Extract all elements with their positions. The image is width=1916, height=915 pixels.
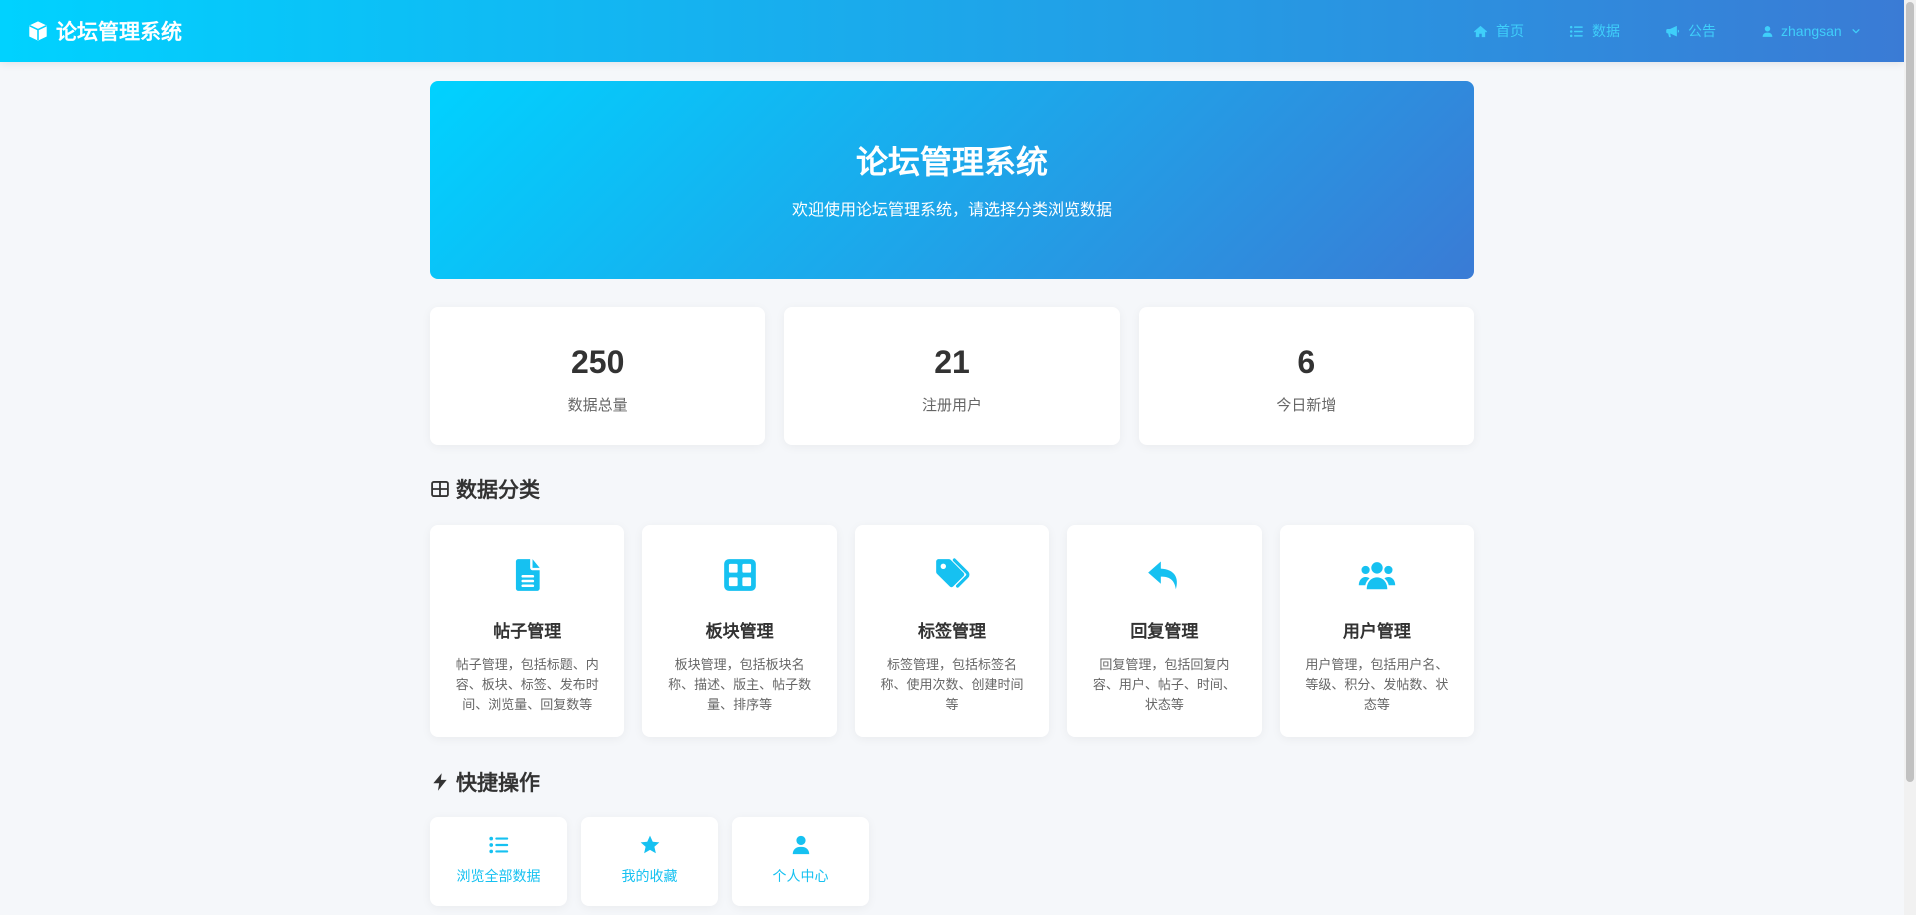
nav-home[interactable]: 首页 [1473, 21, 1524, 41]
category-section-label: 数据分类 [456, 479, 540, 502]
user-icon [1761, 25, 1774, 38]
stat-label: 注册用户 [921, 397, 982, 414]
tags-icon [933, 556, 971, 594]
category-grid: 帖子管理 帖子管理，包括标题、内容、板块、标签、发布时间、浏览量、回复数等 板块… [430, 525, 1475, 737]
page-scrollbar[interactable] [1904, 0, 1916, 915]
quick-action-label: 浏览全部数据 [456, 868, 541, 884]
users-icon [1358, 556, 1396, 594]
main-content: 论坛管理系统 欢迎使用论坛管理系统，请选择分类浏览数据 250 数据总量 21 … [430, 81, 1475, 906]
quick-action-label: 个人中心 [772, 868, 829, 884]
quick-action-browse-all[interactable]: 浏览全部数据 [430, 817, 567, 906]
category-card-boards[interactable]: 板块管理 板块管理，包括板块名称、描述、版主、帖子数量、排序等 [642, 525, 837, 737]
brand-link[interactable]: 论坛管理系统 [27, 0, 182, 62]
top-navbar: 论坛管理系统 首页 数据 公告 zhangsan [0, 0, 1904, 62]
stat-value: 21 [934, 344, 970, 380]
app-viewport: 论坛管理系统 首页 数据 公告 zhangsan 论坛管理系统 欢迎使用论坛管理… [0, 0, 1904, 915]
hero-subtitle: 欢迎使用论坛管理系统，请选择分类浏览数据 [791, 202, 1112, 219]
category-card-posts[interactable]: 帖子管理 帖子管理，包括标题、内容、板块、标签、发布时间、浏览量、回复数等 [430, 525, 625, 737]
stat-card-total: 250 数据总量 [430, 307, 766, 445]
category-description: 板块管理，包括板块名称、描述、版主、帖子数量、排序等 [668, 657, 812, 712]
category-title: 板块管理 [705, 622, 774, 641]
stats-row: 250 数据总量 21 注册用户 6 今日新增 [430, 307, 1474, 445]
stat-value: 6 [1297, 344, 1316, 380]
star-icon [639, 834, 661, 856]
category-description: 帖子管理，包括标题、内容、板块、标签、发布时间、浏览量、回复数等 [455, 657, 599, 712]
hero-title: 论坛管理系统 [855, 144, 1048, 180]
stat-card-users: 21 注册用户 [784, 307, 1120, 445]
category-card-users[interactable]: 用户管理 用户管理，包括用户名、等级、积分、发帖数、状态等 [1279, 525, 1475, 737]
category-section-title: 数据分类 [430, 474, 1474, 504]
quick-action-favorites[interactable]: 我的收藏 [581, 817, 718, 906]
nav-announcement[interactable]: 公告 [1665, 21, 1716, 41]
category-title: 回复管理 [1130, 622, 1199, 641]
main-nav: 首页 数据 公告 zhangsan [1473, 0, 1861, 62]
bullhorn-icon [1665, 24, 1680, 39]
cube-icon [27, 20, 49, 42]
user-menu-dropdown[interactable]: zhangsan [1761, 23, 1861, 39]
quick-action-profile[interactable]: 个人中心 [732, 817, 869, 906]
quick-actions-section-title: 快捷操作 [430, 767, 1474, 797]
quick-action-label: 我的收藏 [621, 868, 678, 884]
category-title: 用户管理 [1342, 622, 1411, 641]
hero-banner: 论坛管理系统 欢迎使用论坛管理系统，请选择分类浏览数据 [430, 81, 1474, 279]
home-icon [1473, 24, 1488, 39]
chevron-down-icon [1851, 26, 1861, 36]
reply-icon [1145, 556, 1183, 594]
file-icon [508, 556, 546, 594]
list-icon [488, 834, 510, 856]
stat-value: 250 [570, 344, 625, 380]
quick-actions-row: 浏览全部数据 我的收藏 个人中心 [430, 817, 1474, 906]
category-description: 回复管理，包括回复内容、用户、帖子、时间、状态等 [1092, 657, 1236, 712]
brand-title: 论坛管理系统 [56, 21, 182, 44]
category-description: 标签管理，包括标签名称、使用次数、创建时间等 [880, 657, 1024, 712]
quick-actions-section-label: 快捷操作 [456, 772, 540, 795]
username: zhangsan [1781, 23, 1842, 39]
category-title: 帖子管理 [493, 622, 562, 641]
category-card-tags[interactable]: 标签管理 标签管理，包括标签名称、使用次数、创建时间等 [854, 525, 1050, 737]
nav-data[interactable]: 数据 [1569, 21, 1620, 41]
stat-label: 今日新增 [1276, 397, 1337, 414]
scrollbar-thumb[interactable] [1906, 2, 1914, 782]
nav-announcement-label: 公告 [1688, 23, 1716, 39]
nav-data-label: 数据 [1592, 23, 1620, 39]
category-description: 用户管理，包括用户名、等级、积分、发帖数、状态等 [1305, 657, 1449, 712]
user-icon [790, 834, 812, 856]
nav-home-label: 首页 [1496, 23, 1524, 39]
stat-card-today: 6 今日新增 [1138, 307, 1474, 445]
bolt-icon [430, 772, 450, 792]
list-icon [1569, 24, 1584, 39]
table-icon [430, 479, 450, 499]
grid-icon [721, 556, 759, 594]
category-title: 标签管理 [918, 622, 987, 641]
category-card-replies[interactable]: 回复管理 回复管理，包括回复内容、用户、帖子、时间、状态等 [1067, 525, 1262, 737]
stat-label: 数据总量 [567, 397, 628, 414]
